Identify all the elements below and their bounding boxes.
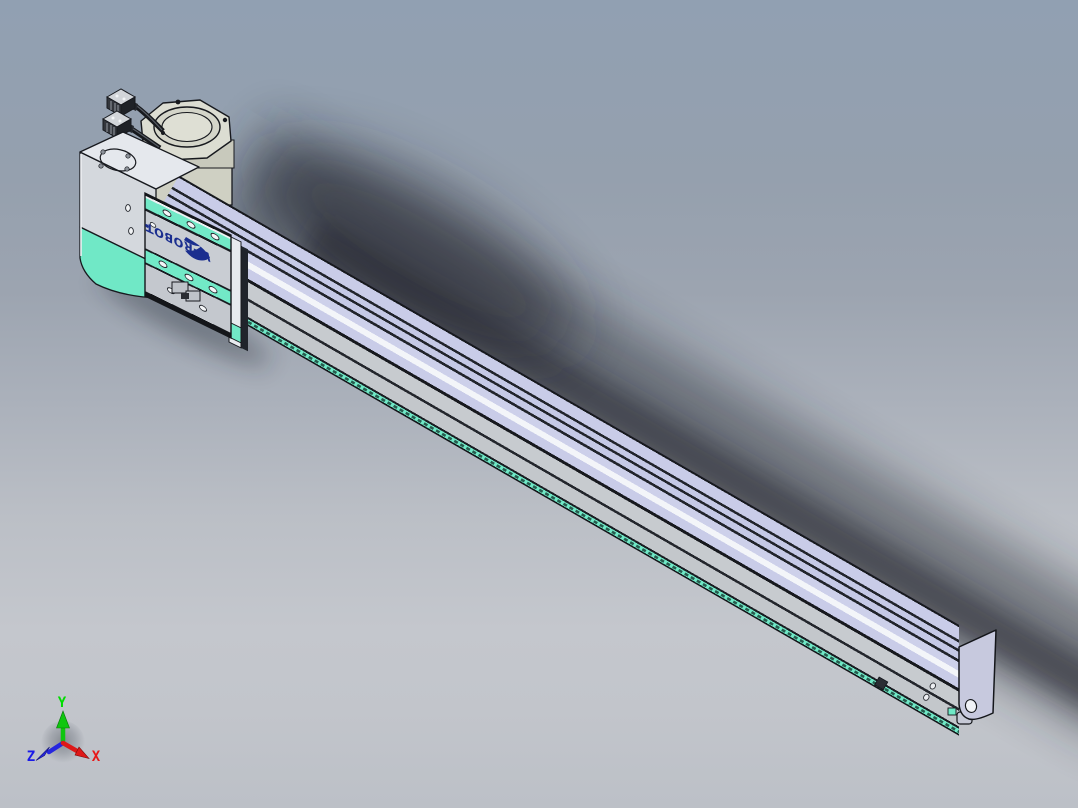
motor-screw (176, 100, 181, 105)
connector-pin (112, 117, 115, 120)
x-axis-label: X (92, 749, 101, 765)
rail-body (131, 176, 1045, 758)
block-face-hole (129, 228, 134, 235)
y-axis-label: Y (58, 695, 67, 711)
flange-hole (126, 154, 130, 158)
connector-pin (123, 98, 126, 101)
end-cap-teal-nub (948, 708, 956, 715)
cad-viewport[interactable]: W-ROBOT Y Z X (0, 0, 1078, 808)
flange-hole (99, 164, 103, 168)
flange-hole (101, 150, 105, 154)
axis-triad: Y Z X (27, 695, 101, 765)
cable-connector-upper[interactable] (107, 89, 138, 116)
connector-pin (119, 120, 122, 123)
y-axis-arrow-icon (57, 711, 70, 728)
motor-screw (223, 118, 227, 122)
motor-cap-disc (162, 113, 212, 142)
block-face-hole (126, 205, 131, 212)
carriage-shadow-sliver (241, 246, 248, 351)
rail-extrusion[interactable] (131, 176, 1045, 758)
carriage-tab-slot (181, 293, 189, 299)
connector-pin (116, 95, 119, 98)
z-axis-label: Z (27, 749, 35, 765)
model-canvas: W-ROBOT Y Z X (0, 0, 1078, 808)
rail-clip-wrap (131, 176, 1045, 758)
flange-hole (125, 167, 129, 171)
